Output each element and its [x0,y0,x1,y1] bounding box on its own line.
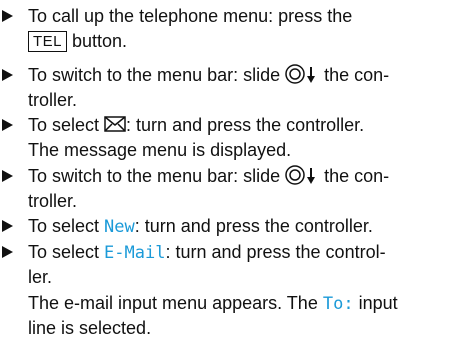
bullet-arrow-icon [1,240,15,264]
keyword-new: New [104,217,135,237]
step-text: ler. [28,267,53,287]
step-text-segment: : turn and press the controller. [134,216,373,236]
bullet-arrow-icon [1,4,15,28]
bullet-arrow-icon [1,113,15,137]
step-text-segment: To switch to the menu bar: slide [28,166,286,186]
step-text-segment: To select [28,216,105,236]
step-text: To select E-Mail: turn and press the con… [28,240,386,265]
tel-button-key: TEL [28,31,68,52]
bullet-arrow-icon [1,63,15,87]
keyword-to: To: [322,294,354,314]
step-text-segment: The e-mail input menu appears. The [28,293,323,313]
step-text-segment: : turn and press the controller. [126,115,365,135]
step-text-segment: input [353,293,398,313]
step-text: The message menu is displayed. [28,140,292,160]
step-text-segment: To select [28,115,105,135]
step-text-segment: To switch to the menu bar: slide [28,65,286,85]
envelope-icon [104,116,126,132]
step-text: To select New: turn and press the contro… [28,214,373,239]
step-text: line is selected. [28,318,152,338]
bullet-arrow-icon [1,214,15,238]
controller-slide-down-icon [285,165,316,185]
step-text: The e-mail input menu appears. The To: i… [28,291,398,316]
step-text: To call up the telephone menu: press the [28,6,353,26]
step-text-segment: the con- [319,65,390,85]
step-text: troller. [28,90,78,110]
keyword-email: E-Mail [104,243,166,263]
step-text: To switch to the menu bar: slide the con… [28,164,389,188]
step-text: TEL button. [28,29,127,53]
step-text: To select : turn and press the controlle… [28,113,364,137]
step-text-segment: To select [28,242,105,262]
step-text-segment: the con- [319,166,390,186]
step-text-segment: button. [67,31,128,51]
step-text: troller. [28,191,78,211]
step-text-segment: : turn and press the control- [165,242,386,262]
step-text: To switch to the menu bar: slide the con… [28,63,389,87]
controller-slide-down-icon [285,64,316,84]
bullet-arrow-icon [1,164,15,188]
